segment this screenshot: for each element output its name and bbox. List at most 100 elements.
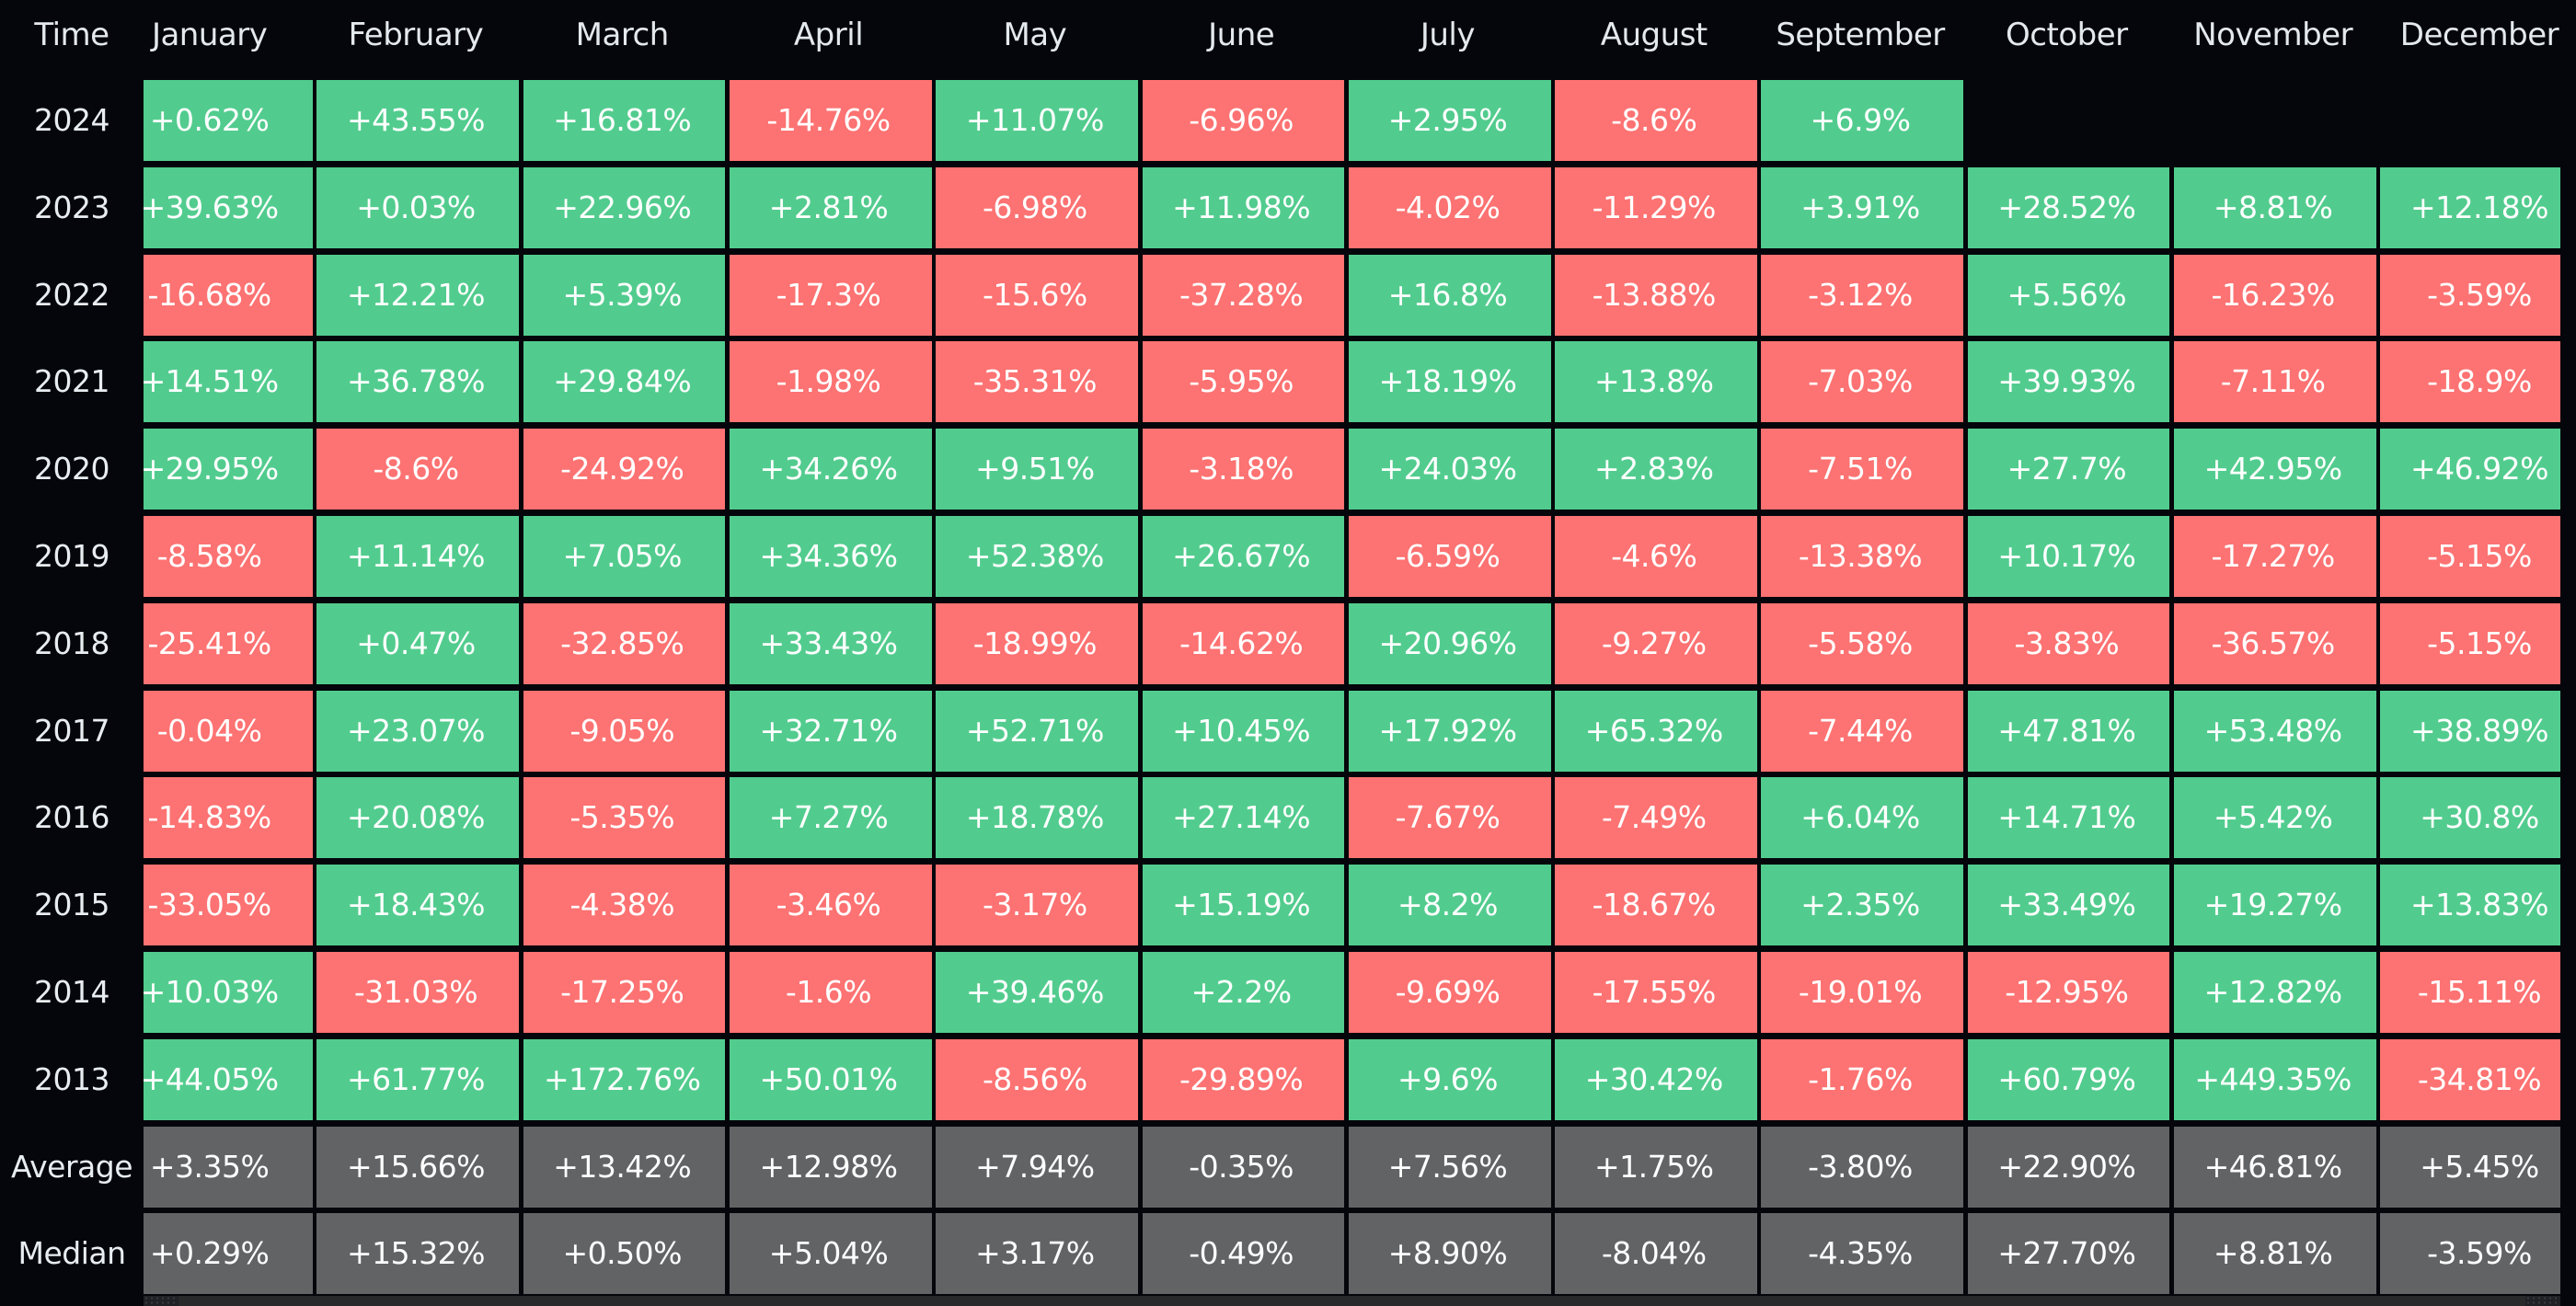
cell-value: -8.56%: [982, 1060, 1087, 1097]
scrollbar-thumb[interactable]: [144, 1296, 178, 1306]
month-header-april: April: [793, 17, 864, 53]
return-cell: -18.67%: [1555, 865, 1757, 946]
cell-value: -6.96%: [1189, 102, 1294, 138]
return-cell: +33.49%: [1967, 865, 2170, 946]
return-cell: +2.83%: [1555, 429, 1757, 510]
return-cell: +60.79%: [1967, 1038, 2170, 1120]
row-label-year: 2017: [34, 712, 109, 749]
cell-value: -4.02%: [1395, 189, 1501, 225]
return-cell: +28.52%: [1967, 166, 2170, 248]
return-cell: -37.28%: [1142, 254, 1345, 336]
cell-value: +20.96%: [1378, 624, 1517, 661]
cell-value: -7.67%: [1395, 799, 1501, 836]
return-cell: +18.19%: [1348, 341, 1551, 423]
cell-value: +50.01%: [759, 1060, 898, 1097]
cell-value: +65.32%: [1584, 712, 1723, 749]
cell-value: -7.03%: [1808, 363, 1913, 400]
cell-value: -5.15%: [2427, 624, 2532, 661]
cell-value: +33.43%: [759, 624, 898, 661]
cell-value: +7.56%: [1387, 1148, 1508, 1185]
cell-value: +38.89%: [2409, 712, 2548, 749]
return-cell: +10.03%: [144, 952, 313, 1033]
cell-value: -18.9%: [2427, 363, 2532, 400]
cell-value: -13.88%: [1592, 276, 1717, 313]
cell-value: +29.84%: [553, 363, 692, 400]
month-header-july: July: [1420, 17, 1476, 53]
return-cell: +12.21%: [316, 254, 520, 336]
return-cell: +2.35%: [1761, 865, 1964, 946]
row-label-year: 2021: [34, 363, 109, 400]
scrollbar-end-grip[interactable]: [2525, 1296, 2560, 1306]
return-cell: +2.2%: [1142, 952, 1345, 1033]
return-cell: -9.05%: [523, 690, 726, 772]
cell-value: +15.32%: [346, 1235, 485, 1272]
return-cell: -3.83%: [1967, 602, 2170, 684]
return-cell: +29.95%: [144, 429, 313, 510]
return-cell: +30.8%: [2380, 777, 2560, 859]
return-cell: +0.62%: [144, 80, 313, 161]
cell-value: +22.90%: [1997, 1148, 2136, 1185]
cell-value: -35.31%: [972, 363, 1098, 400]
average-cell: +15.66%: [316, 1126, 520, 1208]
return-cell: -3.12%: [1761, 254, 1964, 336]
cell-value: -5.15%: [2427, 538, 2532, 574]
cell-value: +2.95%: [1387, 102, 1508, 138]
return-cell: -4.02%: [1348, 166, 1551, 248]
return-cell: -13.88%: [1555, 254, 1757, 336]
return-cell: +20.96%: [1348, 602, 1551, 684]
cell-value: -7.51%: [1808, 451, 1913, 487]
cell-value: +0.03%: [356, 189, 476, 225]
return-cell: -3.18%: [1142, 429, 1345, 510]
return-cell: -18.99%: [936, 602, 1138, 684]
cell-value: +39.63%: [144, 189, 279, 225]
cell-value: -3.59%: [2427, 1235, 2532, 1272]
average-cell: +7.56%: [1348, 1126, 1551, 1208]
horizontal-scrollbar[interactable]: [144, 1296, 2560, 1306]
cell-value: -4.38%: [569, 887, 675, 923]
return-cell: +43.55%: [316, 80, 520, 161]
cell-value: +15.19%: [1172, 887, 1311, 923]
cell-value: -7.11%: [2220, 363, 2326, 400]
return-cell: -8.58%: [144, 516, 313, 597]
cell-value: -9.27%: [1601, 624, 1707, 661]
return-cell: +11.14%: [316, 516, 520, 597]
return-cell: +32.71%: [729, 690, 932, 772]
return-cell: +30.42%: [1555, 1038, 1757, 1120]
cell-value: -3.59%: [2427, 276, 2532, 313]
return-cell: +19.27%: [2174, 865, 2376, 946]
average-cell: -0.35%: [1142, 1126, 1345, 1208]
return-cell: +0.03%: [316, 166, 520, 248]
return-cell: +36.78%: [316, 341, 520, 423]
return-cell: +9.51%: [936, 429, 1138, 510]
cell-value: -17.55%: [1592, 974, 1717, 1010]
return-cell: +2.81%: [729, 166, 932, 248]
cell-value: +18.19%: [1378, 363, 1517, 400]
return-cell: -32.85%: [523, 602, 726, 684]
cell-value: +30.8%: [2420, 799, 2539, 836]
return-cell: -5.58%: [1761, 602, 1964, 684]
cell-value: -13.38%: [1798, 538, 1923, 574]
row-label-year: 2016: [34, 799, 109, 836]
return-cell: -7.44%: [1761, 690, 1964, 772]
median-cell: -0.49%: [1142, 1213, 1345, 1295]
return-cell: +18.78%: [936, 777, 1138, 859]
cell-value: -37.28%: [1179, 276, 1304, 313]
return-cell: -31.03%: [316, 952, 520, 1033]
cell-value: +13.83%: [2409, 887, 2548, 923]
cell-value: -9.05%: [569, 712, 675, 749]
cell-value: +29.95%: [144, 451, 279, 487]
average-cell: +13.42%: [523, 1126, 726, 1208]
return-cell: +14.71%: [1967, 777, 2170, 859]
cell-value: +61.77%: [346, 1060, 485, 1097]
row-label-median: Median: [17, 1235, 126, 1272]
cell-value: +36.78%: [346, 363, 485, 400]
return-cell: +0.47%: [316, 602, 520, 684]
return-cell: -3.59%: [2380, 254, 2560, 336]
cell-value: -18.99%: [972, 624, 1098, 661]
return-cell: -29.89%: [1142, 1038, 1345, 1120]
return-cell: -5.15%: [2380, 516, 2560, 597]
cell-value: +17.92%: [1378, 712, 1517, 749]
median-cell: +15.32%: [316, 1213, 520, 1295]
cell-value: -36.57%: [2211, 624, 2336, 661]
cell-value: -4.35%: [1808, 1235, 1913, 1272]
